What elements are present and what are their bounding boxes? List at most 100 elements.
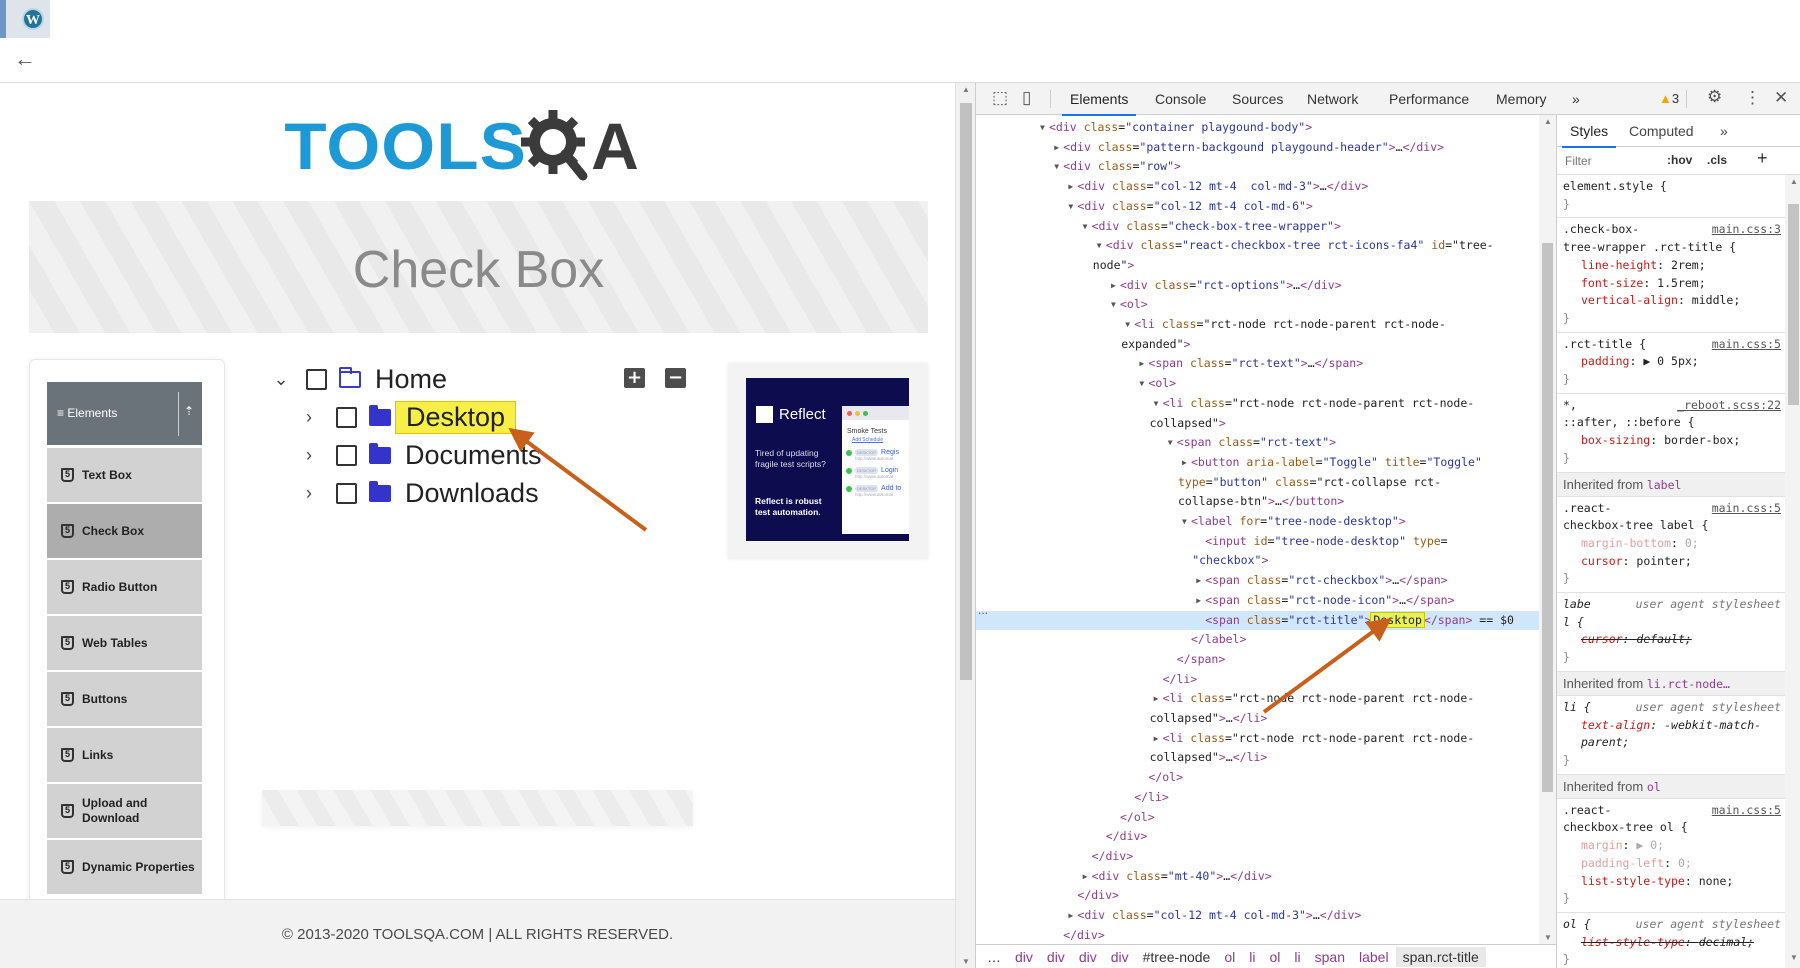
property-value[interactable]: middle; (1692, 293, 1740, 307)
sidebar-item[interactable]: 5 Dynamic Properties (47, 840, 202, 894)
breadcrumb-item[interactable]: span (1308, 947, 1352, 967)
dom-node-line[interactable]: expanded"> (976, 335, 1539, 355)
property-value[interactable]: none; (1699, 874, 1734, 888)
inherited-from-selector[interactable]: label (1647, 478, 1682, 492)
property-value[interactable]: 0; (1685, 536, 1699, 550)
property-value[interactable]: decimal; (1699, 935, 1754, 949)
inherited-from-selector[interactable]: li.rct-node… (1647, 677, 1730, 691)
dom-node-line[interactable]: type="button" class="rct-collapse rct- (976, 473, 1539, 493)
property-name[interactable]: list-style-type (1581, 874, 1685, 888)
style-property[interactable]: margin-bottom: 0; (1563, 535, 1781, 553)
dom-node-line[interactable]: </li> (976, 788, 1539, 808)
sidebar-item[interactable]: 5 Web Tables (47, 616, 202, 670)
breadcrumb-item[interactable]: div (1104, 947, 1136, 967)
style-property[interactable]: box-sizing: border-box; (1563, 432, 1781, 450)
property-value[interactable]: default; (1636, 632, 1691, 646)
dom-node-line[interactable]: </ol> (976, 808, 1539, 828)
style-property[interactable]: list-style-type: none; (1563, 873, 1781, 891)
tab-elements[interactable]: Elements (1061, 91, 1137, 116)
property-name[interactable]: margin (1581, 838, 1623, 852)
dom-node-line[interactable]: ▶ <div class="col-12 mt-4 col-md-3">…</di… (976, 177, 1539, 197)
selected-dom-node[interactable]: <span class="rct-title"> Desktop </span> =… (976, 610, 1539, 631)
dom-node-line[interactable]: </ol> (976, 768, 1539, 788)
breadcrumb-item[interactable]: #tree-node (1136, 947, 1218, 967)
triangle-right-icon[interactable]: ▶ (1068, 177, 1073, 197)
dom-node-line[interactable]: ▶ <div class="col-12 mt-4 col-md-3">…</di… (976, 906, 1539, 926)
dom-node-line[interactable]: ▶ <div class="rct-options">…</div> (976, 276, 1539, 296)
scrollbar-thumb[interactable] (1542, 243, 1553, 792)
sidebar-item[interactable]: 5 Buttons (47, 672, 202, 726)
dom-node-line[interactable]: ▼ <div class="check-box-tree-wrapper"> (976, 217, 1539, 237)
style-property[interactable]: line-height: 2rem; (1563, 257, 1781, 275)
dom-node-line[interactable]: <input id="tree-node-desktop" type= (976, 532, 1539, 552)
dom-node-line[interactable]: ▶ <span class="rct-text">…</span> (976, 354, 1539, 374)
browser-tab[interactable]: W (0, 0, 50, 38)
style-property[interactable]: text-align: -webkit-match-parent; (1563, 717, 1781, 752)
dom-node-line[interactable]: ▼ <ol> (976, 374, 1539, 394)
scroll-down-icon[interactable]: ▼ (1790, 953, 1798, 962)
triangle-right-icon[interactable]: ▶ (1139, 354, 1144, 374)
breadcrumb-item[interactable]: div (1072, 947, 1104, 967)
dom-node-line[interactable]: ▶ <span class="rct-node-icon">…</span> (976, 591, 1539, 611)
style-property[interactable]: vertical-align: middle; (1563, 292, 1781, 310)
styles-scrollbar[interactable]: ▲ ▼ (1785, 175, 1800, 968)
tab-performance[interactable]: Performance (1389, 91, 1469, 107)
style-property[interactable]: padding-left: 0; (1563, 855, 1781, 873)
dom-node-line[interactable]: collapsed"> (976, 414, 1539, 434)
dom-node-line[interactable]: </div> (976, 847, 1539, 867)
tree-node[interactable]: › Documents (298, 438, 542, 472)
dom-node-line[interactable]: ▼ <div class="container playgound-body"> (976, 118, 1539, 138)
property-value[interactable]: 0; (1678, 856, 1692, 870)
tab-styles[interactable]: Styles (1561, 123, 1617, 148)
dom-node-line[interactable]: collapse-btn">…</button> (976, 492, 1539, 512)
dom-node-line[interactable]: </li> (976, 670, 1539, 690)
style-property[interactable]: padding: ▶ 0 5px; (1563, 353, 1781, 371)
tree-node[interactable]: › Downloads (298, 476, 539, 510)
style-property[interactable]: font-size: 1.5rem; (1563, 275, 1781, 293)
class-toggle[interactable]: .cls (1707, 153, 1727, 167)
triangle-down-icon[interactable]: ▼ (1182, 512, 1187, 532)
chevron-right-icon[interactable]: › (298, 483, 320, 504)
property-name[interactable]: font-size (1581, 276, 1643, 290)
rule-selector[interactable]: tree-wrapper .rct-title { (1563, 239, 1781, 257)
tree-node-home[interactable]: ⌄ Home (270, 362, 447, 396)
property-name[interactable]: text-align (1581, 718, 1650, 732)
dom-node-line[interactable]: ▶ <li class="rct-node rct-node-parent rct… (976, 729, 1539, 749)
dom-node-line[interactable]: </div> (976, 827, 1539, 847)
rule-source-link[interactable]: main.css:5 (1712, 336, 1781, 354)
breadcrumb-item[interactable]: ol (1217, 947, 1242, 967)
back-arrow-icon[interactable]: ← (14, 46, 36, 72)
styles-filter-input[interactable] (1561, 150, 1661, 171)
dom-node-line[interactable]: ▼ <div class="react-checkbox-tree rct-ico… (976, 236, 1539, 256)
property-value[interactable]: 2rem; (1671, 258, 1706, 272)
scroll-up-icon[interactable]: ▲ (1790, 177, 1798, 186)
more-tabs-button[interactable]: » (1572, 91, 1580, 107)
dom-node-line[interactable]: collapsed">…</li> (976, 748, 1539, 768)
checkbox[interactable] (336, 482, 357, 504)
property-name[interactable]: cursor (1581, 632, 1623, 646)
property-name[interactable]: line-height (1581, 258, 1657, 272)
rule-selector[interactable]: checkbox-tree ol { (1563, 819, 1781, 837)
dom-node-line[interactable]: node"> (976, 256, 1539, 276)
device-toolbar-icon[interactable]: ▯ (1022, 88, 1031, 108)
triangle-right-icon[interactable]: ▶ (1196, 571, 1201, 591)
style-property[interactable]: cursor: pointer; (1563, 553, 1781, 571)
style-property[interactable]: list-style-type: decimal; (1563, 934, 1781, 952)
property-name[interactable]: cursor (1581, 554, 1623, 568)
tab-memory[interactable]: Memory (1496, 91, 1547, 107)
scroll-down-icon[interactable]: ▼ (962, 957, 970, 966)
dom-node-line[interactable]: </span> (976, 650, 1539, 670)
page-scrollbar[interactable]: ▲ ▼ (955, 83, 975, 968)
dom-node-line[interactable]: ▶ <span class="rct-checkbox">…</span> (976, 571, 1539, 591)
triangle-right-icon[interactable]: ▶ (1154, 689, 1159, 709)
dom-node-line[interactable]: ▼ <ol> (976, 295, 1539, 315)
property-name[interactable]: padding-left (1581, 856, 1664, 870)
breadcrumb-item[interactable]: li (1242, 947, 1262, 967)
breadcrumb-item[interactable]: span.rct-title (1395, 946, 1486, 967)
sidebar-group-elements[interactable]: ≡ Elements ⇡ (47, 382, 202, 445)
dom-node-line[interactable]: ▶ <button aria-label="Toggle" title="Togg… (976, 453, 1539, 473)
dom-node-line[interactable]: "checkbox"> (976, 551, 1539, 571)
breadcrumb-item[interactable]: li (1287, 947, 1307, 967)
tab-console[interactable]: Console (1155, 91, 1206, 107)
dom-node-line[interactable]: ▼ <label for="tree-node-desktop"> (976, 512, 1539, 532)
